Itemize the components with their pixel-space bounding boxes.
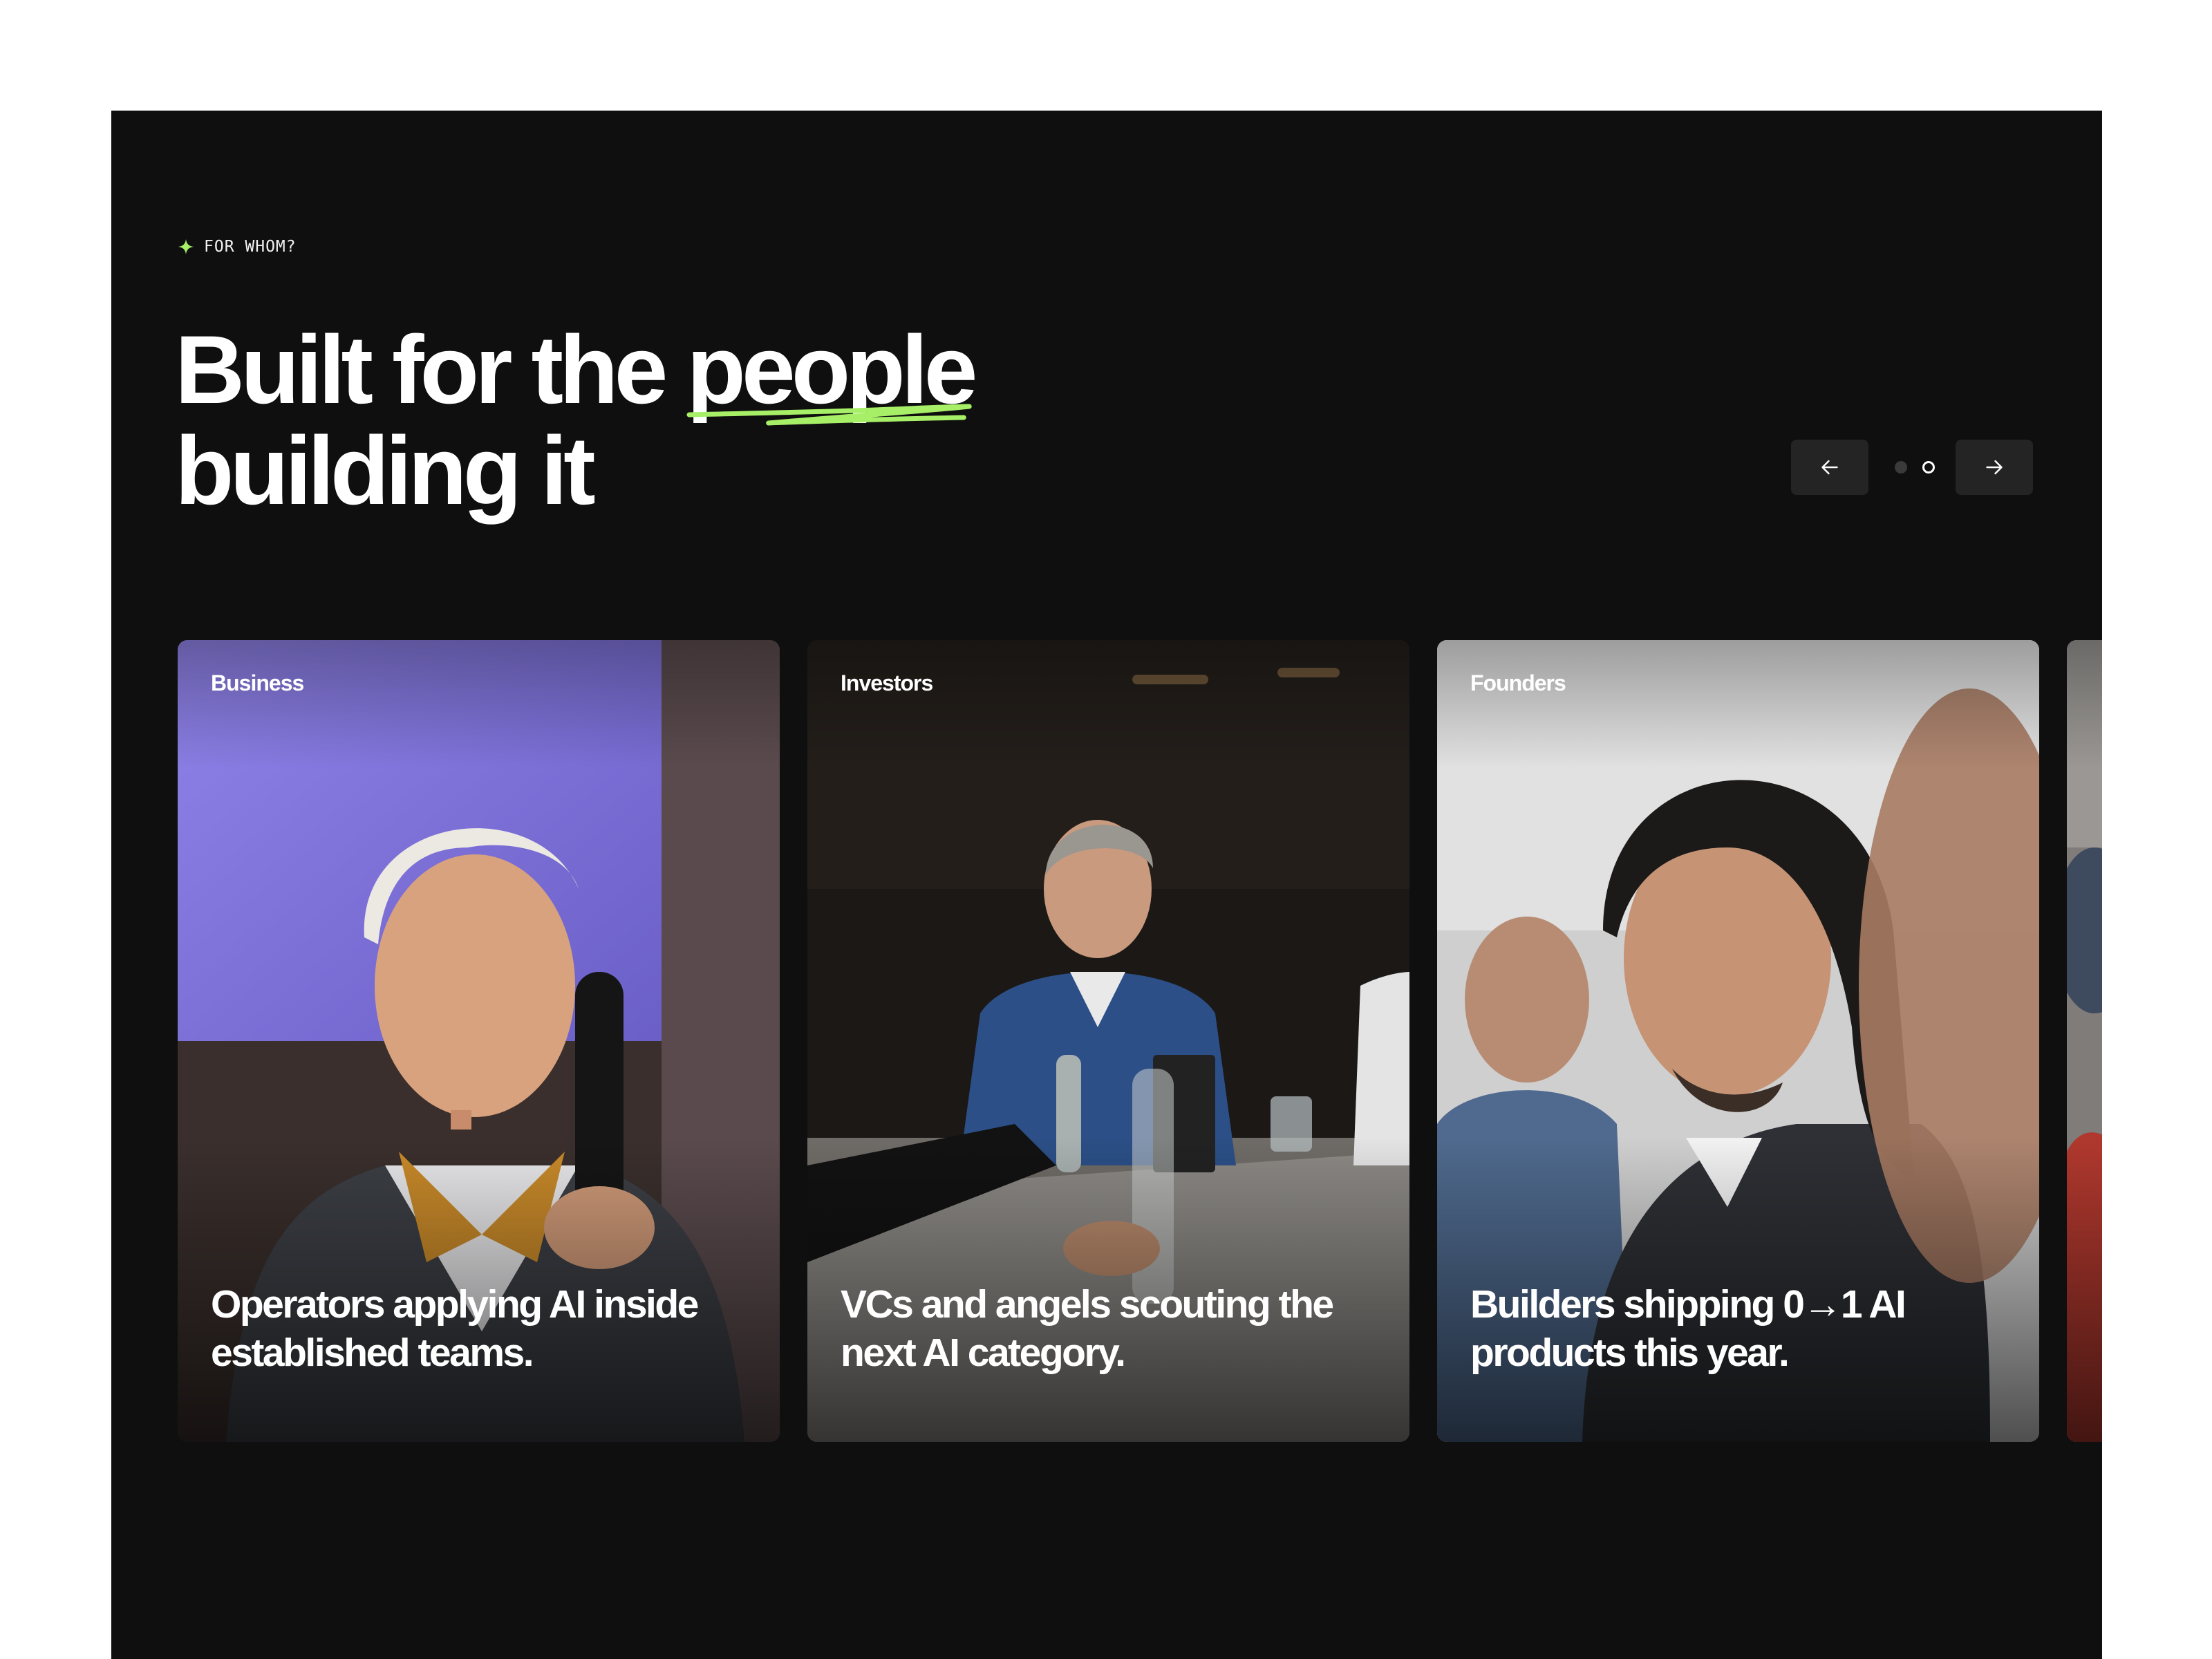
card-tag: Investors xyxy=(841,671,933,695)
carousel-pagination xyxy=(1868,461,1956,474)
carousel-controls xyxy=(1791,440,2033,495)
section-headline: Built for the people building it xyxy=(175,319,978,525)
card-founders[interactable]: Founders Builders shipping 0→1 AI produc… xyxy=(1437,640,2039,1442)
card-tag: Business xyxy=(211,671,304,695)
prev-button[interactable] xyxy=(1791,440,1868,495)
card-investors[interactable]: Investors VCs and angels scouting the ne… xyxy=(807,640,1409,1442)
arrow-right-icon xyxy=(1986,460,2003,475)
headline-line-2: building it xyxy=(175,416,596,525)
for-whom-section: FOR WHOM? Built for the people building … xyxy=(111,111,2102,1659)
card-tag: Founders xyxy=(1470,671,1566,695)
card-overlay xyxy=(2067,640,2102,1442)
section-eyebrow: FOR WHOM? xyxy=(178,238,297,256)
headline-highlight: people xyxy=(686,319,978,426)
card-caption: Builders shipping 0→1 AI products this y… xyxy=(1470,1282,1906,1375)
headline-line-1: Built for the people xyxy=(175,319,978,426)
arrow-left-icon xyxy=(1821,460,1838,475)
headline-text: Built for the xyxy=(175,315,687,424)
audience-carousel: Business Operators applying AI inside es… xyxy=(178,640,2102,1442)
card-caption: VCs and angels scouting the next AI cate… xyxy=(841,1282,1334,1375)
sparkle-icon xyxy=(178,239,194,254)
scribble-underline xyxy=(686,404,973,426)
card-business[interactable]: Business Operators applying AI inside es… xyxy=(178,640,780,1442)
next-button[interactable] xyxy=(1956,440,2033,495)
card-partial[interactable] xyxy=(2067,640,2102,1442)
pagination-dot[interactable] xyxy=(1895,461,1907,474)
card-caption: Operators applying AI inside established… xyxy=(211,1282,699,1375)
pagination-dot-active[interactable] xyxy=(1922,461,1935,474)
eyebrow-label: FOR WHOM? xyxy=(204,238,297,256)
